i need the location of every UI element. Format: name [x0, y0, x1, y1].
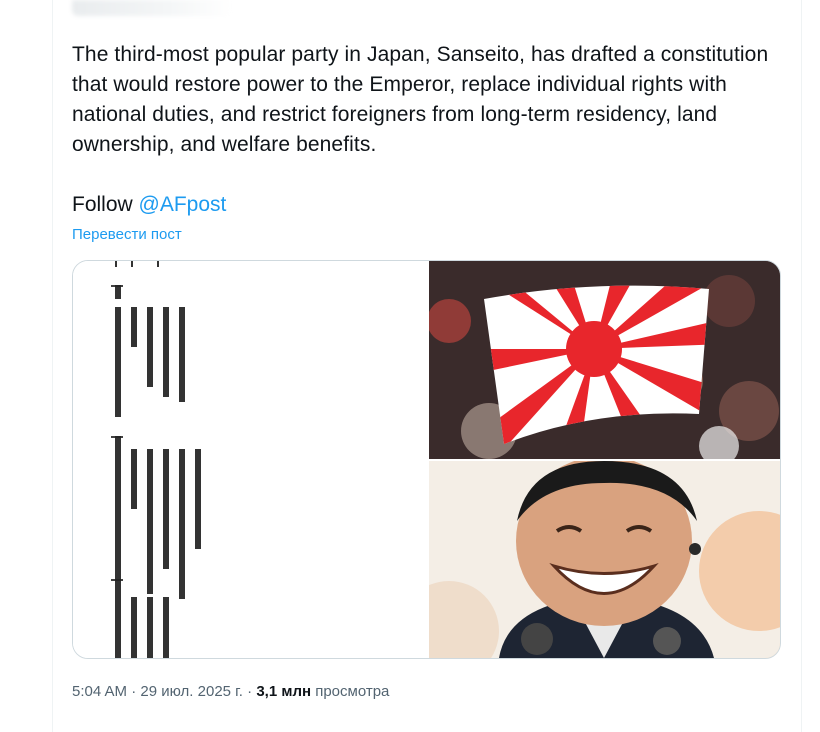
- rising-sun-flag-graphic: [429, 261, 780, 459]
- smiling-man-image[interactable]: [429, 461, 780, 658]
- follow-word: Follow: [72, 193, 133, 216]
- portrait-graphic: [429, 461, 780, 658]
- translate-post-link[interactable]: Перевести пост: [72, 226, 182, 244]
- tweet-time[interactable]: 5:04 AM: [72, 683, 127, 700]
- document-text-columns: [111, 261, 201, 658]
- follow-line: Follow @AFpost: [72, 191, 226, 219]
- mention-link[interactable]: @AFpost: [139, 193, 227, 216]
- meta-separator: ·: [127, 683, 141, 700]
- document-image[interactable]: [73, 261, 427, 658]
- tweet-date[interactable]: 29 июл. 2025 г.: [140, 683, 243, 700]
- views-label: просмотра: [311, 683, 390, 700]
- tweet-text: The third-most popular party in Japan, S…: [72, 43, 769, 156]
- author-header-blurred: [72, 0, 232, 16]
- meta-separator: ·: [242, 683, 257, 700]
- media-grid: [72, 260, 781, 659]
- flag-crowd-image[interactable]: [429, 261, 780, 459]
- tweet-meta: 5:04 AM · 29 июл. 2025 г. · 3,1 млн прос…: [72, 682, 389, 702]
- views-count: 3,1 млн: [256, 683, 312, 700]
